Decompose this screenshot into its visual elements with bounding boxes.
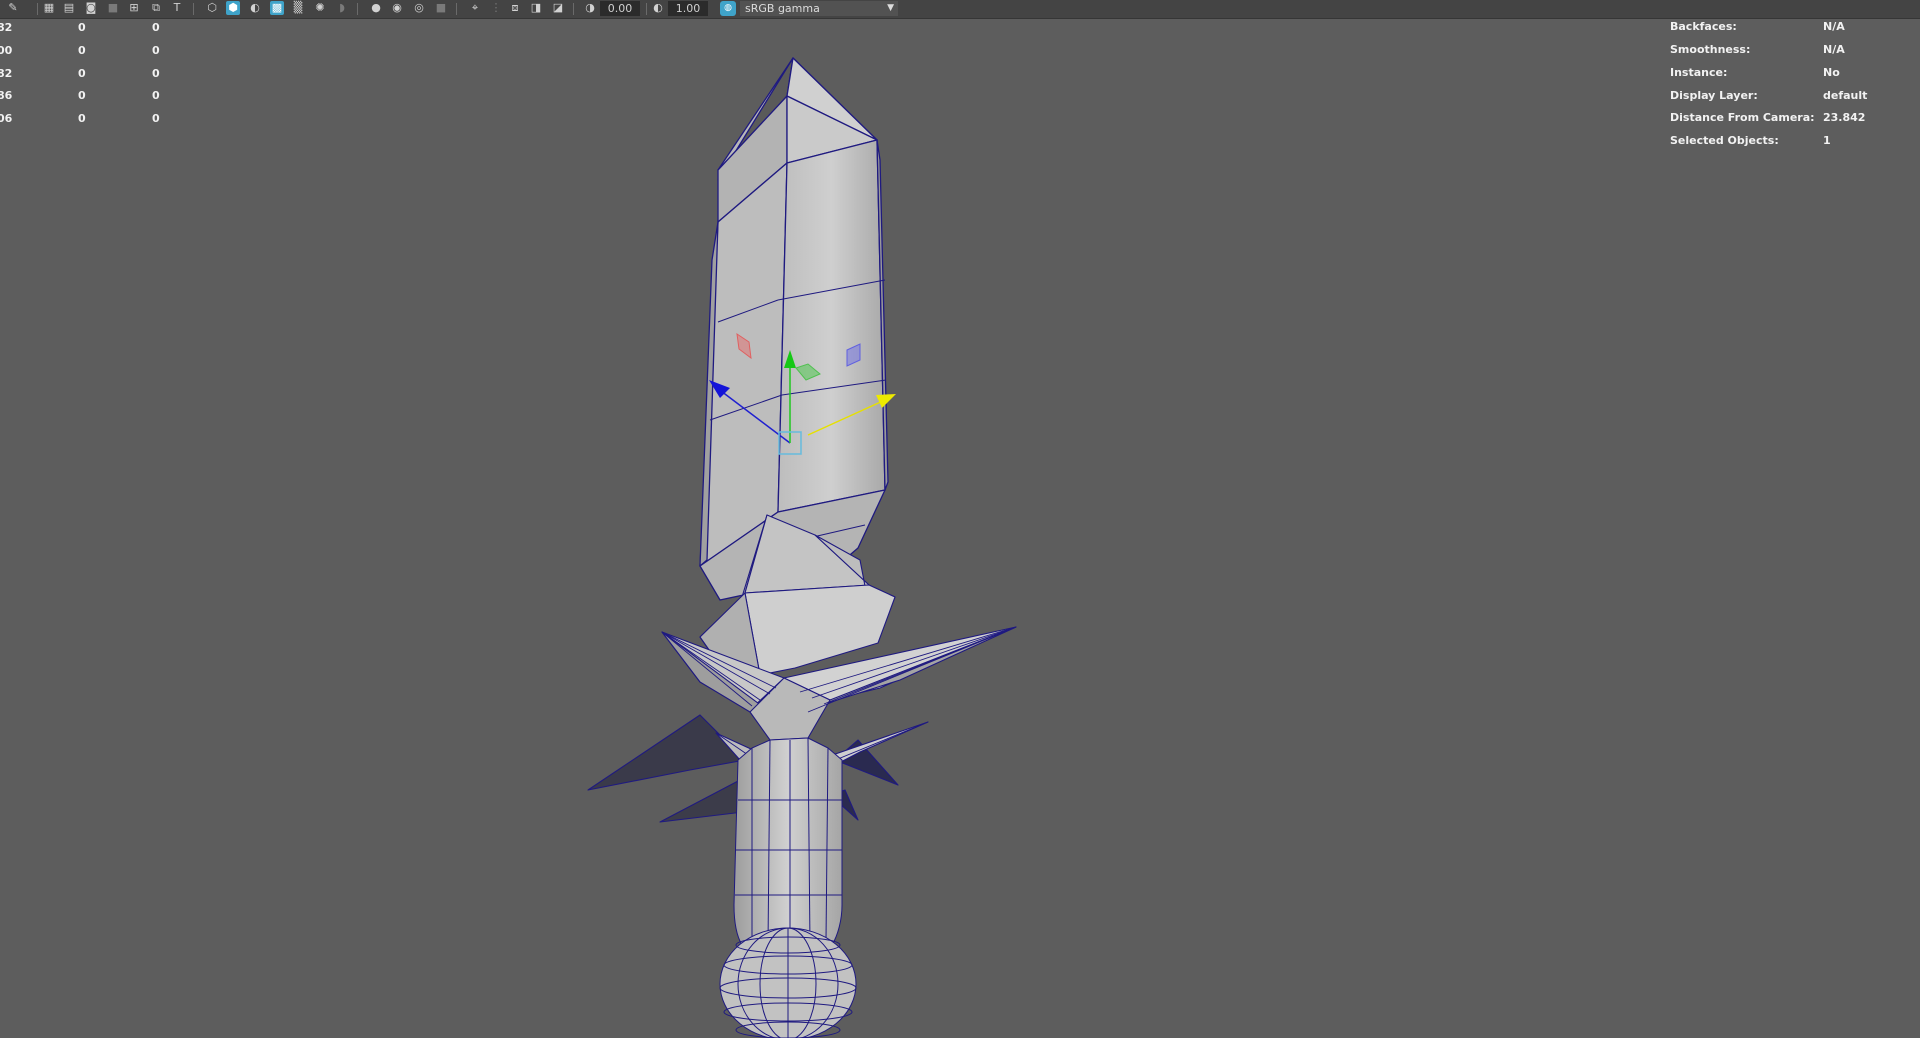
hud-value-distance-from-camera: 23.842 — [1823, 111, 1866, 124]
hud-label-distance-from-camera: Distance From Camera: — [1670, 111, 1815, 124]
viewport-toolbar: ✎ ▦ ▤ ◙ ■ ⊞ ⧉ T ⬡ ⬢ ◐ ▩ ▒ ✺ ◗ ● ◉ ◎ ■ ⌖ … — [0, 0, 1920, 19]
xray-active-icon[interactable]: ⧈ — [508, 1, 522, 15]
poly-count-value: 0 — [78, 89, 86, 102]
hud-label-backfaces: Backfaces: — [1670, 20, 1737, 33]
xray-icon[interactable]: ▩ — [270, 1, 284, 15]
depth-of-field-icon[interactable]: ■ — [434, 1, 448, 15]
toolbar-separator — [456, 3, 457, 15]
smooth-shade-icon[interactable]: ⬢ — [226, 1, 240, 15]
xray-joints-icon[interactable]: ⋮ — [489, 1, 503, 15]
poly-count-value: 0 — [152, 112, 160, 125]
gamma-field[interactable]: 1.00 — [668, 1, 708, 16]
poly-count-value: 0 — [152, 89, 160, 102]
resolution-gate-icon[interactable]: ◙ — [84, 1, 98, 15]
anti-alias-icon[interactable]: ◎ — [412, 1, 426, 15]
hud-value-selected-objects: 1 — [1823, 134, 1831, 147]
poly-count-value: 0 — [78, 44, 86, 57]
hud-label-selected-objects: Selected Objects: — [1670, 134, 1779, 147]
chevron-down-icon: ▼ — [887, 3, 894, 13]
hud-value-display-layer: default — [1823, 89, 1868, 102]
isolate-select-icon[interactable]: ⌖ — [468, 1, 482, 15]
textured-icon[interactable]: ▒ — [291, 1, 305, 15]
exposure-field[interactable]: 0.00 — [600, 1, 640, 16]
hud-label-smoothness: Smoothness: — [1670, 43, 1751, 56]
motion-blur-icon[interactable]: ◉ — [390, 1, 404, 15]
gamma-icon[interactable]: ◐ — [651, 1, 665, 15]
poly-count-value: 0 — [78, 67, 86, 80]
safe-action-icon[interactable]: ■ — [106, 1, 120, 15]
hud-value-smoothness: N/A — [1823, 43, 1845, 56]
toolbar-separator — [193, 3, 194, 15]
hud-label-display-layer: Display Layer: — [1670, 89, 1758, 102]
toolbar-separator — [573, 3, 574, 15]
poly-count-value: 82 — [0, 21, 13, 34]
toolbar-separator — [646, 3, 647, 15]
hud-value-backfaces: N/A — [1823, 20, 1845, 33]
toolbar-separator — [357, 3, 358, 15]
sword-mesh[interactable] — [587, 57, 1017, 1038]
poly-count-value: 06 — [0, 112, 13, 125]
shadows-icon[interactable]: ◗ — [335, 1, 349, 15]
default-material-icon[interactable]: ◐ — [248, 1, 262, 15]
use-lights-icon[interactable]: ✺ — [313, 1, 327, 15]
text-icon[interactable]: T — [170, 1, 184, 15]
hud-icon[interactable]: ◪ — [551, 1, 565, 15]
poly-count-value: 82 — [0, 67, 13, 80]
poly-count-value: 0 — [78, 112, 86, 125]
hud-label-instance: Instance: — [1670, 66, 1728, 79]
pencil-icon[interactable]: ✎ — [6, 1, 20, 15]
toolbar-separator — [37, 3, 38, 15]
hud-value-instance: No — [1823, 66, 1840, 79]
grid-icon[interactable]: ▦ — [42, 1, 56, 15]
film-gate-icon[interactable]: ▤ — [62, 1, 76, 15]
safe-title-icon[interactable]: ⧉ — [149, 1, 163, 15]
color-space-dropdown[interactable]: sRGB gamma ▼ — [740, 1, 898, 16]
color-management-icon[interactable]: ◍ — [720, 1, 736, 16]
wireframe-icon[interactable]: ⬡ — [205, 1, 219, 15]
backface-icon[interactable]: ◨ — [529, 1, 543, 15]
poly-count-value: 0 — [152, 67, 160, 80]
pommel — [719, 927, 857, 1038]
viewport[interactable] — [0, 0, 1920, 1038]
ambient-occlusion-icon[interactable]: ● — [369, 1, 383, 15]
exposure-icon[interactable]: ◑ — [583, 1, 597, 15]
poly-count-value: 86 — [0, 89, 13, 102]
field-chart-icon[interactable]: ⊞ — [127, 1, 141, 15]
poly-count-value: 0 — [78, 21, 86, 34]
poly-count-value: 00 — [0, 44, 13, 57]
handle — [733, 737, 843, 946]
poly-count-value: 0 — [152, 44, 160, 57]
color-space-label: sRGB gamma — [745, 2, 820, 15]
poly-count-value: 0 — [152, 21, 160, 34]
